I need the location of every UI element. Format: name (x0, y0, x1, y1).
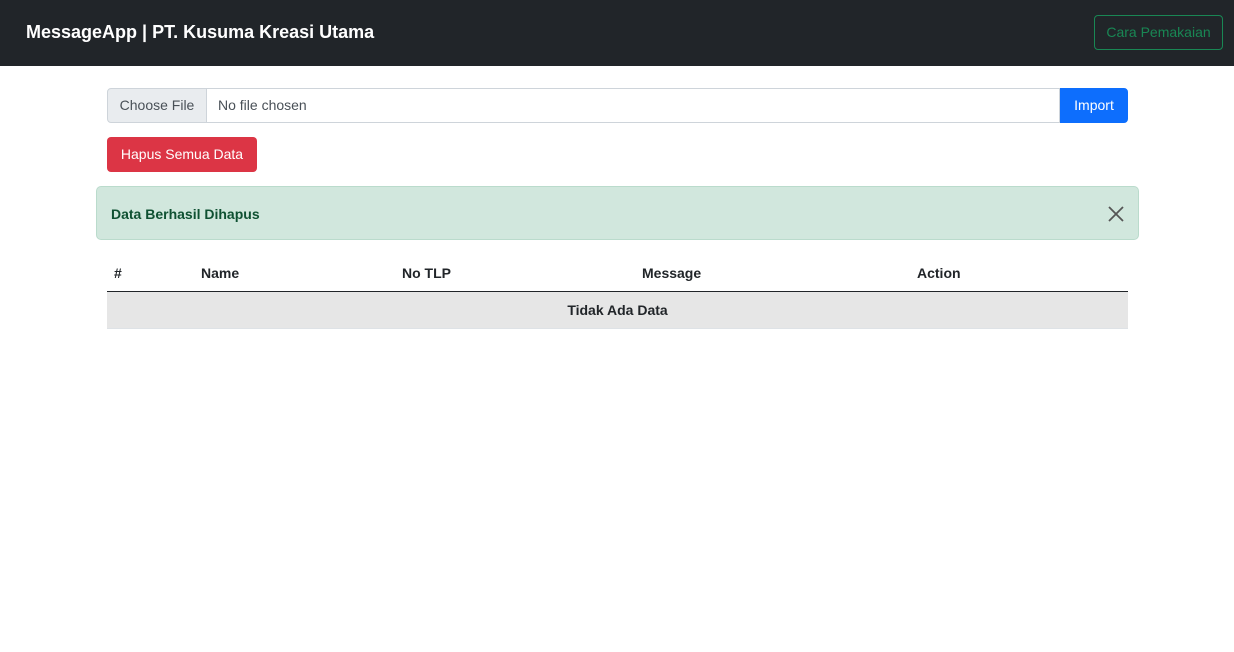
delete-all-button[interactable]: Hapus Semua Data (107, 137, 257, 172)
file-upload-group: Choose File No file chosen Import (107, 88, 1128, 123)
column-header-phone: No TLP (402, 265, 451, 281)
import-button[interactable]: Import (1060, 88, 1128, 123)
success-alert: Data Berhasil Dihapus (96, 186, 1139, 240)
empty-table-row: Tidak Ada Data (107, 292, 1128, 329)
message-table: # Name No TLP Message Action Tidak Ada D… (107, 253, 1128, 329)
file-name-display[interactable]: No file chosen (207, 88, 1060, 123)
alert-message: Data Berhasil Dihapus (111, 206, 260, 222)
choose-file-button[interactable]: Choose File (107, 88, 207, 123)
column-header-message: Message (642, 265, 702, 281)
column-header-name: Name (201, 265, 240, 281)
column-header-number: # (114, 265, 122, 281)
navbar: MessageApp | PT. Kusuma Kreasi Utama Car… (0, 0, 1234, 66)
close-icon[interactable] (1105, 203, 1127, 225)
app-brand[interactable]: MessageApp | PT. Kusuma Kreasi Utama (26, 20, 374, 44)
usage-guide-button[interactable]: Cara Pemakaian (1094, 15, 1223, 50)
table-header: # Name No TLP Message Action (107, 253, 1128, 292)
column-header-action: Action (917, 265, 961, 281)
